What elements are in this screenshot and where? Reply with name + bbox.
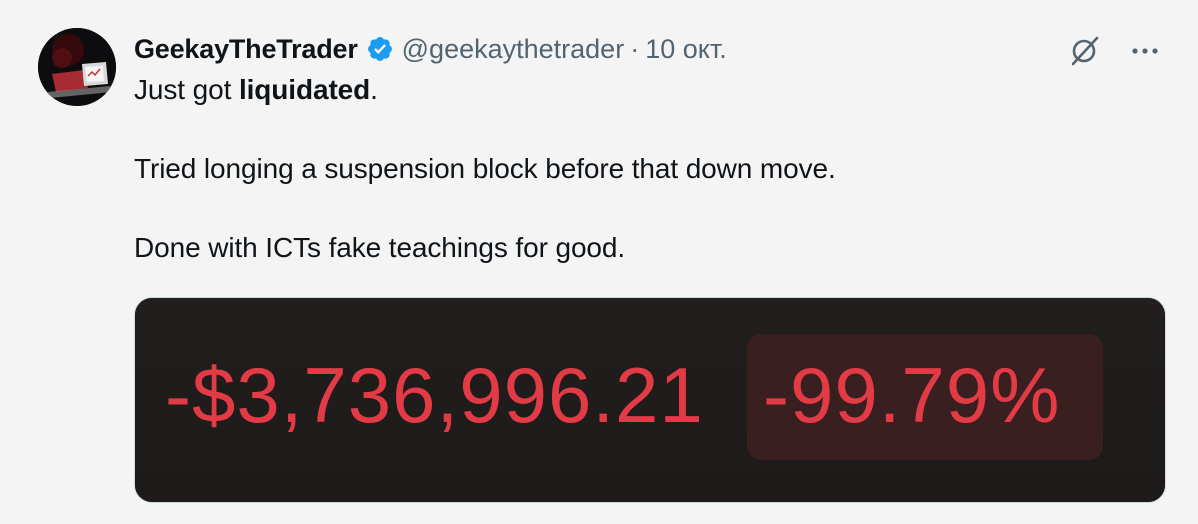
avatar-image <box>38 28 116 106</box>
text-prefix: Just got <box>134 74 239 105</box>
text-bold-word: liquidated <box>238 74 371 105</box>
tweet-date[interactable]: 10 окт. <box>645 34 727 65</box>
grok-icon[interactable] <box>1068 34 1102 68</box>
tweet-actions <box>1068 34 1162 68</box>
separator-dot: · <box>630 33 640 64</box>
tweet-header: GeekayTheTrader @geekaythetrader · 10 ок… <box>134 32 727 66</box>
tweet-text-line-2: Tried longing a suspension block before … <box>134 153 836 184</box>
more-dots-icon[interactable] <box>1128 34 1162 68</box>
verified-badge-icon[interactable] <box>366 35 394 63</box>
text-suffix: . <box>370 74 378 105</box>
avatar[interactable] <box>38 28 116 106</box>
pnl-percent: -99.79% <box>763 351 1061 439</box>
pnl-amount: -$3,736,996.21 <box>165 351 704 439</box>
tweet-media-image[interactable]: -$3,736,996.21 -99.79% <box>134 297 1166 503</box>
tweet[interactable]: GeekayTheTrader @geekaythetrader · 10 ок… <box>0 0 1198 524</box>
tweet-text-line-3: Done with ICTs fake teachings for good. <box>134 232 626 263</box>
display-name[interactable]: GeekayTheTrader <box>134 34 358 65</box>
handle[interactable]: @geekaythetrader <box>402 34 625 65</box>
tweet-text-line-1: Just got liquidated. <box>134 74 378 106</box>
